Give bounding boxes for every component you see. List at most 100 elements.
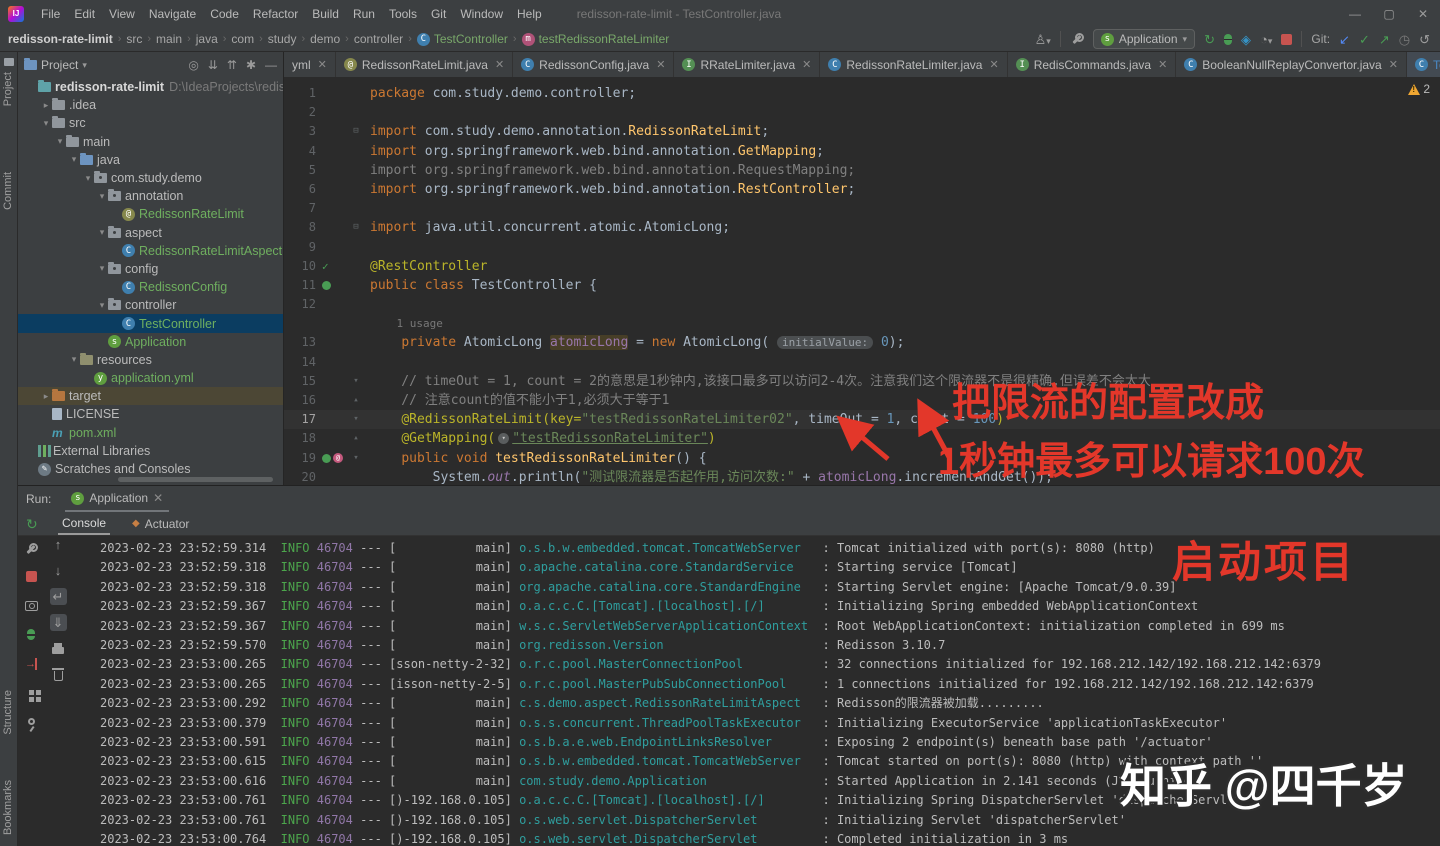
tree-item--idea[interactable]: ▸ .idea — [18, 96, 283, 114]
tab-redissonratelimit-java[interactable]: @ RedissonRateLimit.java ✕ — [336, 52, 514, 77]
tree-item-aspect[interactable]: ▾ aspect — [18, 224, 283, 242]
tree-item-redissonratelimit[interactable]: @ RedissonRateLimit — [18, 205, 283, 223]
tree-item-main[interactable]: ▾ main — [18, 133, 283, 151]
tree-item-external-libraries[interactable]: External Libraries — [18, 442, 283, 460]
tree-item-java[interactable]: ▾ java — [18, 151, 283, 169]
close-icon[interactable]: ✕ — [989, 58, 998, 71]
gear-icon[interactable]: ✱ — [246, 58, 256, 72]
settings-icon[interactable] — [24, 542, 38, 556]
breadcrumb-item[interactable]: main — [156, 32, 182, 46]
tree-item-license[interactable]: LICENSE — [18, 405, 283, 423]
breadcrumb-item[interactable]: C TestController — [416, 32, 508, 46]
fold-marker-icon[interactable]: ▾ — [348, 410, 364, 429]
hide-panel-icon[interactable]: — — [265, 58, 277, 72]
tool-window-project[interactable]: Project — [2, 72, 14, 106]
tree-item-controller[interactable]: ▾ controller — [18, 296, 283, 314]
project-tool-icon[interactable] — [4, 58, 14, 66]
tree-chevron-icon[interactable]: ▸ — [40, 100, 52, 111]
run-button[interactable]: ↻ — [1204, 33, 1215, 46]
tree-chevron-icon[interactable]: ▾ — [96, 227, 108, 238]
menu-run[interactable]: Run — [346, 7, 382, 21]
tree-item-redisson-rate-limit[interactable]: redisson-rate-limit D:\IdeaProjects\redis… — [18, 78, 283, 96]
stop-icon[interactable] — [25, 571, 37, 582]
menu-code[interactable]: Code — [203, 7, 246, 21]
close-icon[interactable]: ✕ — [153, 491, 163, 505]
menu-build[interactable]: Build — [305, 7, 346, 21]
menu-help[interactable]: Help — [510, 7, 549, 21]
tree-item-application[interactable]: s Application — [18, 333, 283, 351]
tree-item-annotation[interactable]: ▾ annotation — [18, 187, 283, 205]
run-content-tab[interactable]: s Application ✕ — [65, 486, 170, 512]
tree-item-testcontroller[interactable]: C TestController — [18, 314, 283, 333]
layout-icon[interactable] — [28, 690, 34, 695]
rollback-button[interactable]: ↺ — [1419, 33, 1430, 46]
thread-dump-icon[interactable] — [24, 600, 38, 611]
breadcrumb-item[interactable]: controller — [354, 32, 403, 46]
expand-all-icon[interactable]: ⇊ — [208, 58, 218, 72]
endpoint-globe-icon[interactable]: ▾ — [498, 433, 510, 445]
tree-item-application-yml[interactable]: y application.yml — [18, 369, 283, 387]
run-configuration-select[interactable]: s Application ▾ — [1092, 29, 1196, 49]
tab-booleannullreplayconvertor-java[interactable]: C BooleanNullReplayConvertor.java ✕ — [1176, 52, 1407, 77]
breadcrumb-item[interactable]: com — [231, 32, 254, 46]
tree-chevron-icon[interactable]: ▾ — [96, 263, 108, 274]
tree-chevron-icon[interactable]: ▾ — [68, 354, 80, 365]
fold-marker-icon[interactable]: ▴ — [348, 429, 364, 448]
tree-chevron-icon[interactable]: ▾ — [54, 136, 66, 147]
breadcrumb-item[interactable]: demo — [310, 32, 340, 46]
stop-button[interactable] — [1281, 33, 1293, 45]
up-stack-trace-icon[interactable]: ↑ — [50, 536, 67, 553]
project-view-selector[interactable]: Project — [41, 58, 78, 72]
build-hammer-icon[interactable] — [1070, 32, 1084, 46]
tree-chevron-icon[interactable]: ▾ — [82, 173, 94, 184]
breadcrumb-item[interactable]: study — [268, 32, 297, 46]
tree-item-com-study-demo[interactable]: ▾ com.study.demo — [18, 169, 283, 187]
print-icon[interactable] — [52, 643, 64, 654]
breadcrumb-item[interactable]: java — [196, 32, 218, 46]
tree-item-pom-xml[interactable]: m pom.xml — [18, 424, 283, 442]
profiler-button[interactable]: ◔▾ — [1260, 33, 1272, 46]
menu-refactor[interactable]: Refactor — [246, 7, 305, 21]
tree-item-redissonratelimitaspect[interactable]: C RedissonRateLimitAspect — [18, 242, 283, 260]
editor-area[interactable]: yml ✕ @ RedissonRateLimit.java ✕ C RedissonCon… — [283, 52, 1440, 485]
tree-item-src[interactable]: ▾ src — [18, 114, 283, 132]
code-editor[interactable]: 1 package com.study.demo.controller; 2 3 ⊟ im… — [284, 77, 1440, 484]
tab-rediscommands-java[interactable]: I RedisCommands.java ✕ — [1008, 52, 1177, 77]
spring-bean-gutter-icon[interactable]: ✓ — [322, 257, 329, 276]
scroll-to-end-icon[interactable]: ⇓ — [49, 614, 67, 631]
collapse-all-icon[interactable]: ⇈ — [227, 58, 237, 72]
menu-edit[interactable]: Edit — [67, 7, 102, 21]
tree-item-target[interactable]: ▸ target — [18, 387, 283, 406]
maximize-button[interactable]: ▢ — [1372, 7, 1406, 21]
breadcrumb-item[interactable]: src — [126, 32, 142, 46]
tab-redissonratelimiter-java[interactable]: C RedissonRateLimiter.java ✕ — [820, 52, 1008, 77]
coverage-icon[interactable] — [27, 629, 35, 640]
tab-yml[interactable]: yml ✕ — [284, 52, 336, 77]
tree-chevron-icon[interactable]: ▾ — [96, 191, 108, 202]
tree-chevron-icon[interactable]: ▸ — [40, 391, 52, 402]
fold-marker-icon[interactable]: ▴ — [348, 391, 364, 410]
tab-redissonconfig-java[interactable]: C RedissonConfig.java ✕ — [513, 52, 675, 77]
close-icon[interactable]: ✕ — [1389, 58, 1398, 71]
tool-window-commit[interactable]: Commit — [2, 172, 14, 210]
tool-window-bookmarks[interactable]: Bookmarks — [2, 780, 14, 835]
tree-item-redissonconfig[interactable]: C RedissonConfig — [18, 278, 283, 296]
tree-item-resources[interactable]: ▾ resources — [18, 351, 283, 369]
clear-console-icon[interactable] — [51, 668, 64, 681]
breadcrumb-item[interactable]: m testRedissonRateLimiter — [521, 32, 669, 46]
tree-item-scratches-and-consoles[interactable]: ✎ Scratches and Consoles — [18, 460, 283, 478]
minimize-button[interactable]: — — [1338, 7, 1372, 21]
run-tab-actuator[interactable]: ◆ Actuator — [128, 512, 193, 535]
request-mapping-gutter-icon[interactable]: @ — [333, 453, 343, 464]
tab-testcontroller-java[interactable]: CTestController.java✕ — [1406, 52, 1440, 77]
tree-chevron-icon[interactable]: ▾ — [40, 118, 52, 129]
menu-file[interactable]: File — [34, 7, 67, 21]
locate-file-icon[interactable]: ◎ — [188, 58, 198, 72]
close-button[interactable]: ✕ — [1406, 7, 1440, 21]
breadcrumb-item[interactable]: redisson-rate-limit — [8, 32, 113, 46]
fold-marker-icon[interactable]: ▾ — [348, 372, 364, 391]
tree-chevron-icon[interactable]: ▾ — [96, 300, 108, 311]
tree-item-config[interactable]: ▾ config — [18, 260, 283, 278]
fold-marker-icon[interactable]: ⊟ — [348, 218, 364, 237]
git-update-button[interactable]: ↙ — [1339, 33, 1350, 46]
